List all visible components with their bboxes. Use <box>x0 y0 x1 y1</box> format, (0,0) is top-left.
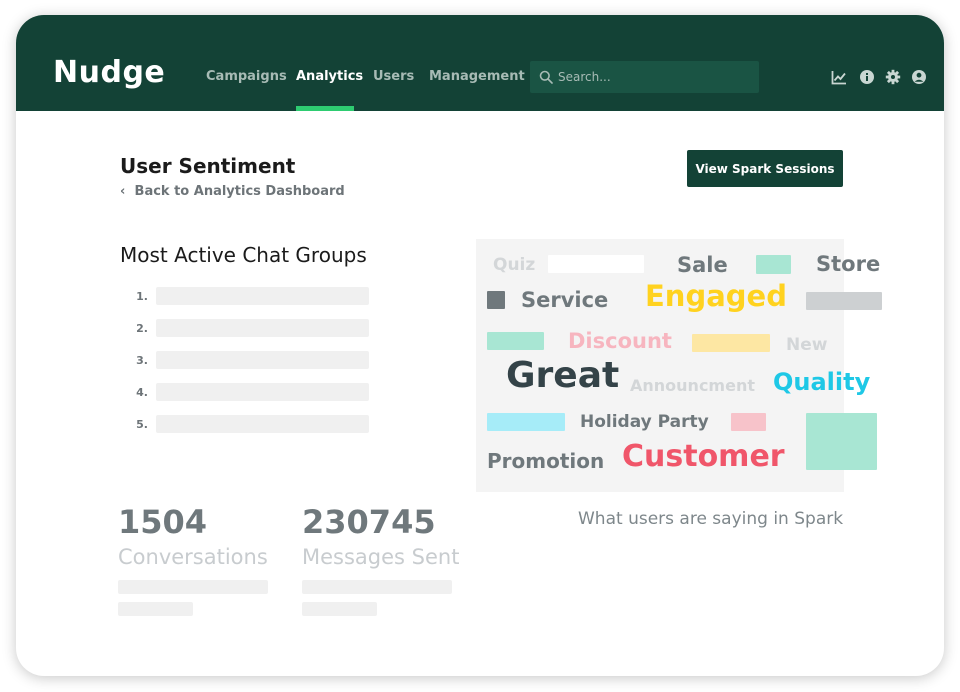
cloud-word: Announcment <box>630 376 755 395</box>
cloud-word: New <box>786 335 828 355</box>
nav-campaigns[interactable]: Campaigns <box>206 69 287 85</box>
conversations-count: 1504 <box>118 503 208 541</box>
cloud-word: Quality <box>773 368 871 396</box>
rank-number: 2. <box>136 322 148 335</box>
back-link[interactable]: ‹ Back to Analytics Dashboard <box>120 184 345 200</box>
rank-number: 1. <box>136 290 148 303</box>
search-icon <box>539 70 553 84</box>
rank-number: 3. <box>136 354 148 367</box>
cloud-placeholder-block <box>731 413 766 431</box>
cloud-placeholder-block <box>548 255 644 273</box>
cloud-placeholder-block <box>692 334 770 352</box>
messages-sent-count: 230745 <box>302 503 436 541</box>
skeleton-line <box>302 580 452 594</box>
page-title: User Sentiment <box>120 154 296 178</box>
app-logo[interactable]: Nudge <box>53 55 165 91</box>
cloud-word: Holiday Party <box>580 412 709 432</box>
chevron-left-icon: ‹ <box>120 184 126 199</box>
cloud-word: Quiz <box>493 255 536 275</box>
word-cloud-caption: What users are saying in Spark <box>578 509 844 529</box>
cloud-placeholder-block <box>487 413 565 431</box>
messages-sent-label: Messages Sent <box>302 545 460 569</box>
skeleton-line <box>118 580 268 594</box>
cloud-word: Service <box>521 288 609 312</box>
back-link-label: Back to Analytics Dashboard <box>134 184 345 199</box>
cloud-placeholder-block <box>806 292 882 310</box>
nav-active-indicator <box>296 106 354 111</box>
cloud-word: Customer <box>622 439 785 474</box>
conversations-label: Conversations <box>118 545 268 569</box>
info-icon[interactable] <box>859 69 875 85</box>
chat-group-placeholder <box>156 415 369 433</box>
cloud-word: Store <box>816 252 881 276</box>
app-window: Nudge Campaigns Analytics Users Manageme… <box>16 15 944 676</box>
chat-group-placeholder <box>156 319 369 337</box>
cloud-word: Sale <box>677 253 728 277</box>
chart-icon[interactable] <box>831 69 847 85</box>
nav-analytics[interactable]: Analytics <box>296 69 363 85</box>
user-icon[interactable] <box>911 69 927 85</box>
cloud-placeholder-block <box>487 291 505 309</box>
cloud-word: Engaged <box>645 279 787 313</box>
gear-icon[interactable] <box>885 69 901 85</box>
skeleton-line <box>302 602 377 616</box>
rank-number: 5. <box>136 418 148 431</box>
rank-number: 4. <box>136 386 148 399</box>
nav-users[interactable]: Users <box>373 69 414 85</box>
nav-management[interactable]: Management <box>429 69 525 85</box>
top-navbar: Nudge Campaigns Analytics Users Manageme… <box>16 15 944 111</box>
chat-group-placeholder <box>156 351 369 369</box>
cloud-word: Discount <box>568 329 672 353</box>
cloud-placeholder-block <box>806 413 877 470</box>
cloud-placeholder-block <box>756 255 791 274</box>
chat-groups-title: Most Active Chat Groups <box>120 243 367 267</box>
chat-group-placeholder <box>156 287 369 305</box>
skeleton-line <box>118 602 193 616</box>
chat-group-placeholder <box>156 383 369 401</box>
cloud-word: Great <box>506 355 620 396</box>
cloud-word: Promotion <box>487 449 605 473</box>
cloud-placeholder-block <box>487 332 544 350</box>
search-input[interactable] <box>558 67 748 87</box>
view-spark-sessions-button[interactable]: View Spark Sessions <box>687 150 843 187</box>
search-box[interactable] <box>530 61 759 93</box>
